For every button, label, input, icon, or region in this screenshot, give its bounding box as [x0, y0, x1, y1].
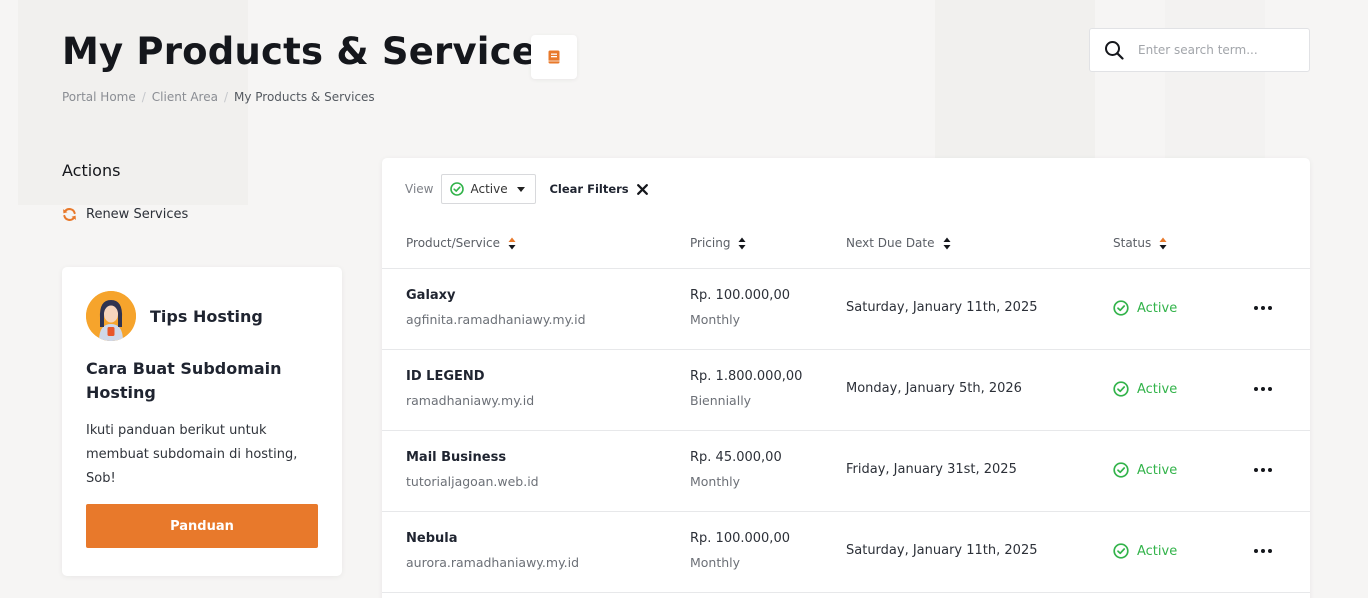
- products-table: View Active Clear Filters Product/Servic…: [382, 158, 1310, 598]
- chevron-down-icon: [517, 187, 526, 192]
- status-badge: Active: [1113, 543, 1177, 559]
- product-domain: agfinita.ramadhaniawy.my.id: [406, 312, 586, 327]
- column-header-product[interactable]: Product/Service: [406, 236, 516, 250]
- sort-icon: [508, 237, 516, 249]
- breadcrumb-separator: /: [223, 90, 228, 104]
- product-domain: aurora.ramadhaniawy.my.id: [406, 555, 580, 570]
- product-domain: tutorialjagoan.web.id: [406, 474, 539, 489]
- next-due-date: Monday, January 5th, 2026: [846, 381, 1022, 396]
- breadcrumb-separator: /: [141, 90, 146, 104]
- sort-icon: [738, 237, 746, 249]
- status-badge: Active: [1113, 462, 1177, 478]
- check-circle-icon: [1113, 462, 1129, 478]
- tips-heading: Cara Buat Subdomain Hosting: [86, 359, 282, 402]
- search-box[interactable]: [1089, 28, 1310, 72]
- panduan-button[interactable]: Panduan: [86, 504, 318, 548]
- tips-label: Tips Hosting: [150, 306, 263, 326]
- table-row[interactable]: ID LEGEND ramadhaniawy.my.id Rp. 1.800.0…: [382, 350, 1310, 431]
- renew-services-link[interactable]: Renew Services: [62, 207, 188, 222]
- more-icon[interactable]: [1252, 460, 1274, 480]
- column-header-label: Next Due Date: [846, 236, 935, 250]
- status-label: Active: [1137, 300, 1178, 316]
- view-label: View: [405, 182, 434, 196]
- column-header-status[interactable]: Status: [1113, 236, 1167, 250]
- table-row[interactable]: Galaxy agfinita.ramadhaniawy.my.id Rp. 1…: [382, 269, 1310, 350]
- more-icon[interactable]: [1252, 541, 1274, 561]
- renew-services-label: Renew Services: [86, 207, 189, 222]
- product-price: Rp. 100.000,00: [690, 531, 790, 546]
- more-icon[interactable]: [1252, 298, 1274, 318]
- status-badge: Active: [1113, 381, 1177, 397]
- breadcrumb-current: My Products & Services: [234, 90, 375, 104]
- product-price: Rp. 1.800.000,00: [690, 369, 803, 384]
- tips-card: Tips Hosting Cara Buat Subdomain Hosting…: [62, 267, 342, 576]
- clear-filters-label: Clear Filters: [549, 182, 629, 196]
- column-header-label: Pricing: [690, 236, 731, 250]
- next-due-date: Saturday, January 11th, 2025: [846, 300, 1038, 315]
- book-icon: [548, 50, 560, 64]
- product-price: Rp. 100.000,00: [690, 288, 790, 303]
- more-icon[interactable]: [1252, 379, 1274, 399]
- product-name: Nebula: [406, 531, 458, 546]
- breadcrumb-client-area[interactable]: Client Area: [152, 90, 218, 104]
- tips-text: Ikuti panduan berikut untuk membuat subd…: [86, 423, 298, 486]
- knowledgebase-button[interactable]: [531, 35, 577, 79]
- breadcrumb: Portal Home / Client Area / My Products …: [62, 90, 375, 104]
- check-circle-icon: [1113, 381, 1129, 397]
- product-name: Mail Business: [406, 450, 507, 465]
- column-header-label: Product/Service: [406, 236, 500, 250]
- check-circle-icon: [450, 182, 465, 196]
- column-header-label: Status: [1113, 236, 1152, 250]
- billing-cycle: Monthly: [690, 474, 741, 489]
- filter-bar: View Active Clear Filters: [405, 174, 648, 204]
- page-title: My Products & Services: [62, 30, 560, 73]
- billing-cycle: Monthly: [690, 555, 741, 570]
- column-header-due-date[interactable]: Next Due Date: [846, 236, 951, 250]
- next-due-date: Saturday, January 11th, 2025: [846, 543, 1038, 558]
- check-circle-icon: [1113, 300, 1129, 316]
- sort-icon: [1159, 237, 1167, 249]
- next-due-date: Friday, January 31st, 2025: [846, 462, 1017, 477]
- search-icon: [1105, 41, 1124, 60]
- product-price: Rp. 45.000,00: [690, 450, 782, 465]
- avatar: [86, 291, 136, 341]
- breadcrumb-portal-home[interactable]: Portal Home: [62, 90, 136, 104]
- search-input[interactable]: [1138, 43, 1288, 57]
- table-row[interactable]: Nebula aurora.ramadhaniawy.my.id Rp. 100…: [382, 512, 1310, 593]
- close-icon: [636, 183, 648, 195]
- product-name: Galaxy: [406, 288, 456, 303]
- billing-cycle: Monthly: [690, 312, 741, 327]
- billing-cycle: Biennially: [690, 393, 752, 408]
- table-row[interactable]: Mail Business tutorialjagoan.web.id Rp. …: [382, 431, 1310, 512]
- view-filter-value: Active: [470, 182, 508, 196]
- product-name: ID LEGEND: [406, 369, 485, 384]
- sort-icon: [943, 237, 950, 249]
- status-label: Active: [1137, 462, 1178, 478]
- clear-filters-button[interactable]: Clear Filters: [549, 182, 648, 196]
- refresh-icon: [63, 208, 76, 221]
- status-badge: Active: [1113, 300, 1177, 316]
- check-circle-icon: [1113, 543, 1129, 559]
- column-header-pricing[interactable]: Pricing: [690, 236, 746, 250]
- status-label: Active: [1137, 381, 1178, 397]
- actions-title: Actions: [62, 161, 121, 180]
- view-filter-select[interactable]: Active: [441, 174, 537, 204]
- status-label: Active: [1137, 543, 1178, 559]
- product-domain: ramadhaniawy.my.id: [406, 393, 535, 408]
